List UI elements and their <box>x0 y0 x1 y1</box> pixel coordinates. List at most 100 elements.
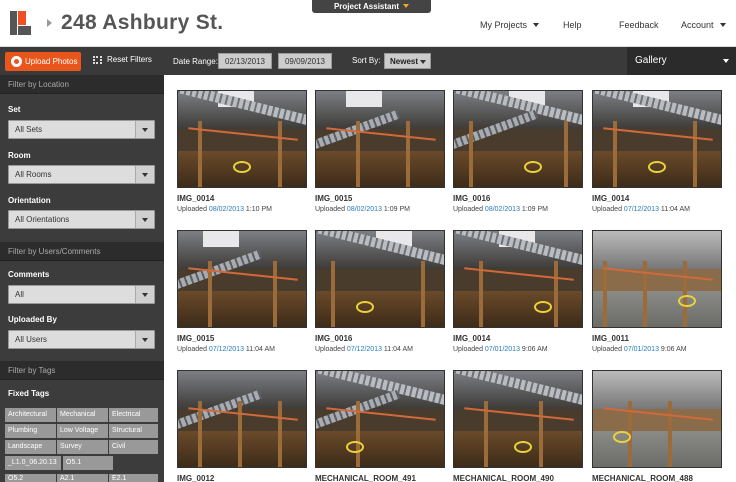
upload-label: Upload Photos <box>25 57 78 66</box>
page-title: 248 Ashbury St. <box>61 11 224 34</box>
orientation-value: All Orientations <box>15 215 70 224</box>
uploaded-by-value: All Users <box>15 335 48 344</box>
photo-upload-info: Uploaded 07/12/2013 11:04 AM <box>315 346 413 353</box>
photo-gallery: IMG_0014 Uploaded 08/02/2013 1:10 PM IMG… <box>164 75 736 482</box>
tag-civil[interactable]: Civil <box>109 440 158 454</box>
date-range-label: Date Range: <box>173 57 218 66</box>
chevron-down-icon <box>403 4 410 8</box>
photo-upload-info: Uploaded 07/01/2013 9:06 AM <box>592 346 687 353</box>
room-select[interactable]: All Rooms <box>8 165 155 184</box>
photo-thumbnail[interactable] <box>177 370 307 468</box>
room-label: Room <box>8 151 31 160</box>
tag-level[interactable]: _L1.0_06.20.13 <box>5 456 61 470</box>
reset-label: Reset Filters <box>107 55 152 64</box>
photo-thumbnail[interactable] <box>177 90 307 188</box>
photo-thumbnail[interactable] <box>453 90 583 188</box>
photo-upload-info: Uploaded 08/02/2013 1:10 PM <box>177 206 272 213</box>
tag-survey[interactable]: Survey <box>57 440 108 454</box>
photo-upload-info: Uploaded 08/02/2013 1:09 PM <box>315 206 410 213</box>
tag-mechanical[interactable]: Mechanical <box>57 408 108 422</box>
set-select[interactable]: All Sets <box>8 120 155 139</box>
sort-by-label: Sort By: <box>352 56 381 65</box>
tag-e2-1[interactable]: E2.1 <box>109 474 158 482</box>
upload-photos-button[interactable]: Upload Photos <box>5 52 81 71</box>
chevron-down-icon <box>135 121 154 138</box>
nav-label: My Projects <box>480 20 528 30</box>
comments-label: Comments <box>8 270 50 279</box>
date-to-field[interactable]: 09/09/2013 <box>278 53 332 69</box>
photo-name: MECHANICAL_ROOM_488 <box>592 474 693 482</box>
chevron-down-icon <box>719 23 726 27</box>
tag-o5-1[interactable]: O5.1 <box>63 456 113 470</box>
photo-thumbnail[interactable] <box>315 230 445 328</box>
nav-my-projects[interactable]: My Projects <box>480 20 540 30</box>
photo-thumbnail[interactable] <box>592 90 722 188</box>
photo-thumbnail[interactable] <box>592 230 722 328</box>
room-value: All Rooms <box>15 170 52 179</box>
nav-feedback[interactable]: Feedback <box>619 20 659 30</box>
photo-thumbnail[interactable] <box>177 230 307 328</box>
view-mode-label: Gallery <box>635 55 667 66</box>
breadcrumb-arrow-icon <box>47 19 52 27</box>
reset-filters-button[interactable]: Reset Filters <box>93 55 152 64</box>
nav-help[interactable]: Help <box>563 20 582 30</box>
photo-upload-info: Uploaded 08/02/2013 1:09 PM <box>453 206 548 213</box>
tag-electrical[interactable]: Electrical <box>109 408 158 422</box>
nav-account[interactable]: Account <box>681 20 726 30</box>
tag-architectural[interactable]: Architectural <box>5 408 56 422</box>
photo-thumbnail[interactable] <box>315 90 445 188</box>
tag-structural[interactable]: Structural <box>109 424 158 438</box>
app-logo[interactable] <box>8 9 36 37</box>
filter-location-header: Filter by Location <box>0 75 164 94</box>
tag-landscape[interactable]: Landscape <box>5 440 56 454</box>
orientation-select[interactable]: All Orientations <box>8 210 155 229</box>
photo-upload-info: Uploaded 07/12/2013 11:04 AM <box>592 206 690 213</box>
tag-a2-1[interactable]: A2.1 <box>57 474 108 482</box>
photo-name: IMG_0016 <box>315 334 353 343</box>
toolbar: Upload Photos Reset Filters Date Range: … <box>0 47 736 75</box>
photo-name: IMG_0015 <box>315 194 353 203</box>
nav-label: Account <box>681 20 714 30</box>
photo-thumbnail[interactable] <box>592 370 722 468</box>
photo-name: IMG_0015 <box>177 334 215 343</box>
photo-name: IMG_0011 <box>592 334 629 343</box>
tag-plumbing[interactable]: Plumbing <box>5 424 56 438</box>
sort-value: Newest <box>390 57 419 66</box>
project-assistant-tab[interactable]: Project Assistant <box>312 0 431 13</box>
photo-name: MECHANICAL_ROOM_490 <box>453 474 554 482</box>
upload-icon <box>11 56 22 67</box>
chevron-down-icon <box>135 211 154 228</box>
sort-by-select[interactable]: Newest <box>384 53 431 69</box>
chevron-down-icon <box>420 60 426 64</box>
chevron-down-icon <box>135 286 154 303</box>
fixed-tags-label: Fixed Tags <box>8 389 50 398</box>
photo-name: IMG_0014 <box>453 334 491 343</box>
photo-upload-info: Uploaded 07/12/2013 11:04 AM <box>177 346 275 353</box>
set-value: All Sets <box>15 125 43 134</box>
tag-low-voltage[interactable]: Low Voltage <box>57 424 108 438</box>
comments-select[interactable]: All <box>8 285 155 304</box>
filter-sidebar: Filter by Location Set All Sets Room All… <box>0 75 164 482</box>
photo-thumbnail[interactable] <box>453 370 583 468</box>
chevron-down-icon <box>135 331 154 348</box>
uploaded-by-label: Uploaded By <box>8 315 57 324</box>
uploaded-by-select[interactable]: All Users <box>8 330 155 349</box>
set-label: Set <box>8 105 21 114</box>
date-from-field[interactable]: 02/13/2013 <box>218 53 272 69</box>
photo-thumbnail[interactable] <box>315 370 445 468</box>
filter-tags-header: Filter by Tags <box>0 361 164 380</box>
view-mode-select[interactable]: Gallery <box>627 47 736 75</box>
photo-upload-info: Uploaded 07/01/2013 9:06 AM <box>453 346 548 353</box>
photo-name: IMG_0016 <box>453 194 491 203</box>
chevron-down-icon <box>533 23 540 27</box>
filter-users-header: Filter by Users/Comments <box>0 242 164 261</box>
chevron-down-icon <box>135 166 154 183</box>
orientation-label: Orientation <box>8 196 51 205</box>
app-header: 248 Ashbury St. Project Assistant My Pro… <box>0 0 736 47</box>
photo-thumbnail[interactable] <box>453 230 583 328</box>
tag-o5-2[interactable]: O5.2 <box>5 474 56 482</box>
photo-name: IMG_0012 <box>177 474 215 482</box>
photo-name: IMG_0014 <box>592 194 630 203</box>
photo-name: MECHANICAL_ROOM_491 <box>315 474 416 482</box>
comments-value: All <box>15 290 24 299</box>
